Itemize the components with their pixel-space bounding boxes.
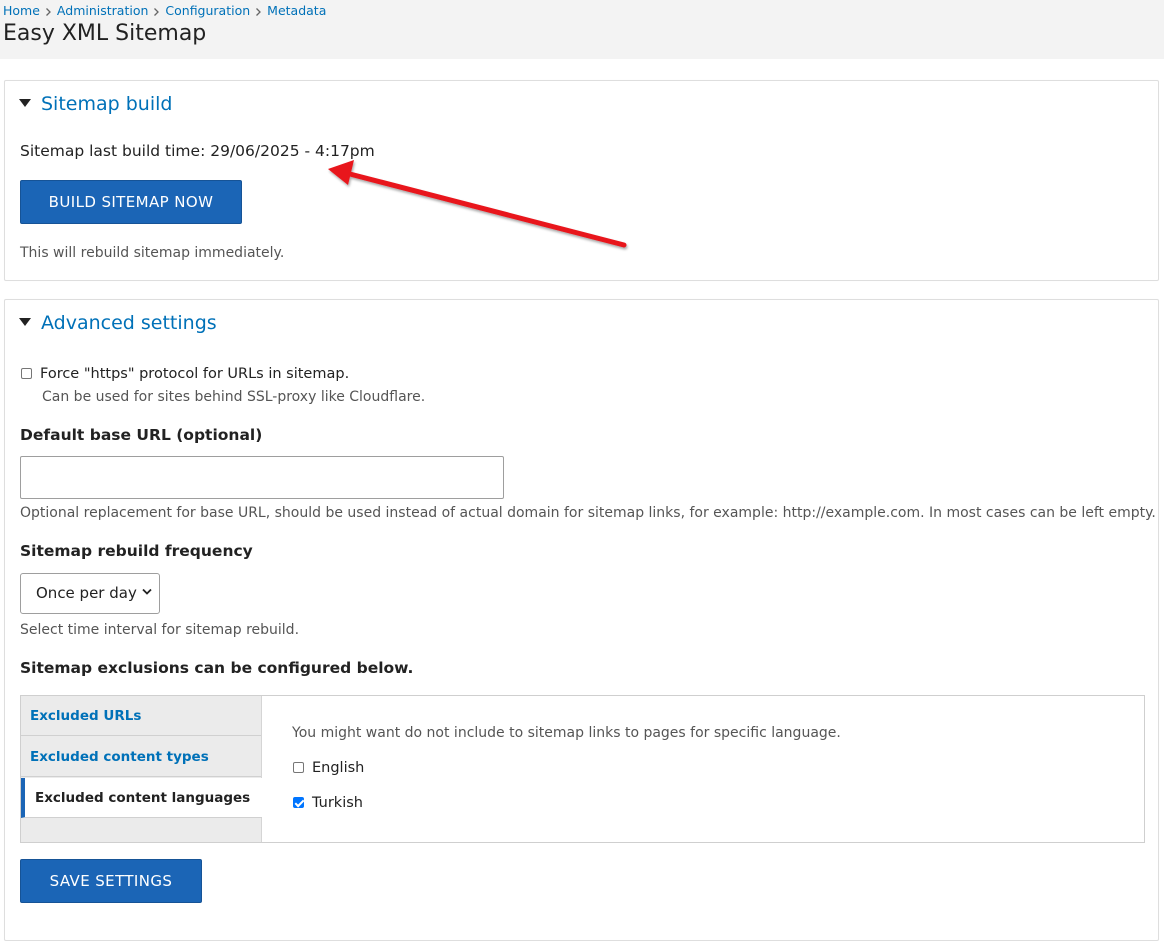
advanced-settings-panel: Advanced settings Force "https" protocol… [4, 299, 1159, 941]
build-description: This will rebuild sitemap immediately. [20, 245, 285, 261]
tab-excluded-content-languages[interactable]: Excluded content languages [21, 778, 262, 818]
force-https-checkbox[interactable] [21, 368, 32, 379]
tab-excluded-urls[interactable]: Excluded URLs [21, 696, 261, 736]
sitemap-build-summary-label: Sitemap build [41, 93, 173, 115]
language-english-checkbox[interactable] [293, 762, 304, 773]
force-https-row: Force "https" protocol for URLs in sitem… [21, 363, 349, 382]
force-https-description: Can be used for sites behind SSL-proxy l… [42, 389, 426, 405]
page-header: Home Administration Configuration Metadata … [0, 0, 1164, 59]
breadcrumb: Home Administration Configuration Metadata [3, 3, 326, 18]
languages-description: You might want do not include to sitemap… [292, 725, 841, 741]
language-english-label[interactable]: English [312, 760, 364, 776]
triangle-down-icon [19, 318, 31, 326]
base-url-label: Default base URL (optional) [20, 426, 263, 444]
sitemap-build-summary[interactable]: Sitemap build [19, 93, 172, 115]
language-turkish-label[interactable]: Turkish [312, 795, 363, 811]
language-turkish-checkbox[interactable] [293, 797, 304, 808]
tab-excluded-content-types[interactable]: Excluded content types [21, 737, 261, 777]
page-title: Easy XML Sitemap [3, 21, 207, 46]
frequency-description: Select time interval for sitemap rebuild… [20, 622, 300, 638]
breadcrumb-configuration[interactable]: Configuration [165, 3, 250, 18]
exclusions-vertical-tabs: Excluded URLs Excluded content types Exc… [20, 695, 1145, 843]
languages-pane: You might want do not include to sitemap… [262, 696, 1144, 842]
triangle-down-icon [19, 99, 31, 107]
base-url-description: Optional replacement for base URL, shoul… [20, 505, 1156, 521]
chevron-right-icon [45, 3, 51, 18]
advanced-settings-summary-label: Advanced settings [41, 312, 217, 334]
chevron-right-icon [154, 3, 160, 18]
breadcrumb-home[interactable]: Home [3, 3, 40, 18]
save-settings-button[interactable]: SAVE SETTINGS [20, 859, 202, 903]
exclusions-heading: Sitemap exclusions can be configured bel… [20, 659, 414, 677]
frequency-select-value: Once per day [36, 584, 137, 602]
breadcrumb-metadata[interactable]: Metadata [267, 3, 326, 18]
base-url-input[interactable] [20, 456, 504, 499]
frequency-label: Sitemap rebuild frequency [20, 542, 253, 560]
breadcrumb-administration[interactable]: Administration [57, 3, 148, 18]
annotation-arrow [328, 160, 627, 248]
language-english-row: English [293, 757, 364, 776]
language-turkish-row: Turkish [293, 792, 363, 811]
build-sitemap-button[interactable]: BUILD SITEMAP NOW [20, 180, 242, 224]
chevron-down-icon [142, 588, 152, 595]
force-https-label[interactable]: Force "https" protocol for URLs in sitem… [40, 366, 349, 382]
advanced-settings-summary[interactable]: Advanced settings [19, 312, 217, 334]
frequency-select[interactable]: Once per day [20, 573, 160, 614]
vertical-tabs-menu: Excluded URLs Excluded content types Exc… [21, 696, 262, 842]
chevron-right-icon [256, 3, 262, 18]
